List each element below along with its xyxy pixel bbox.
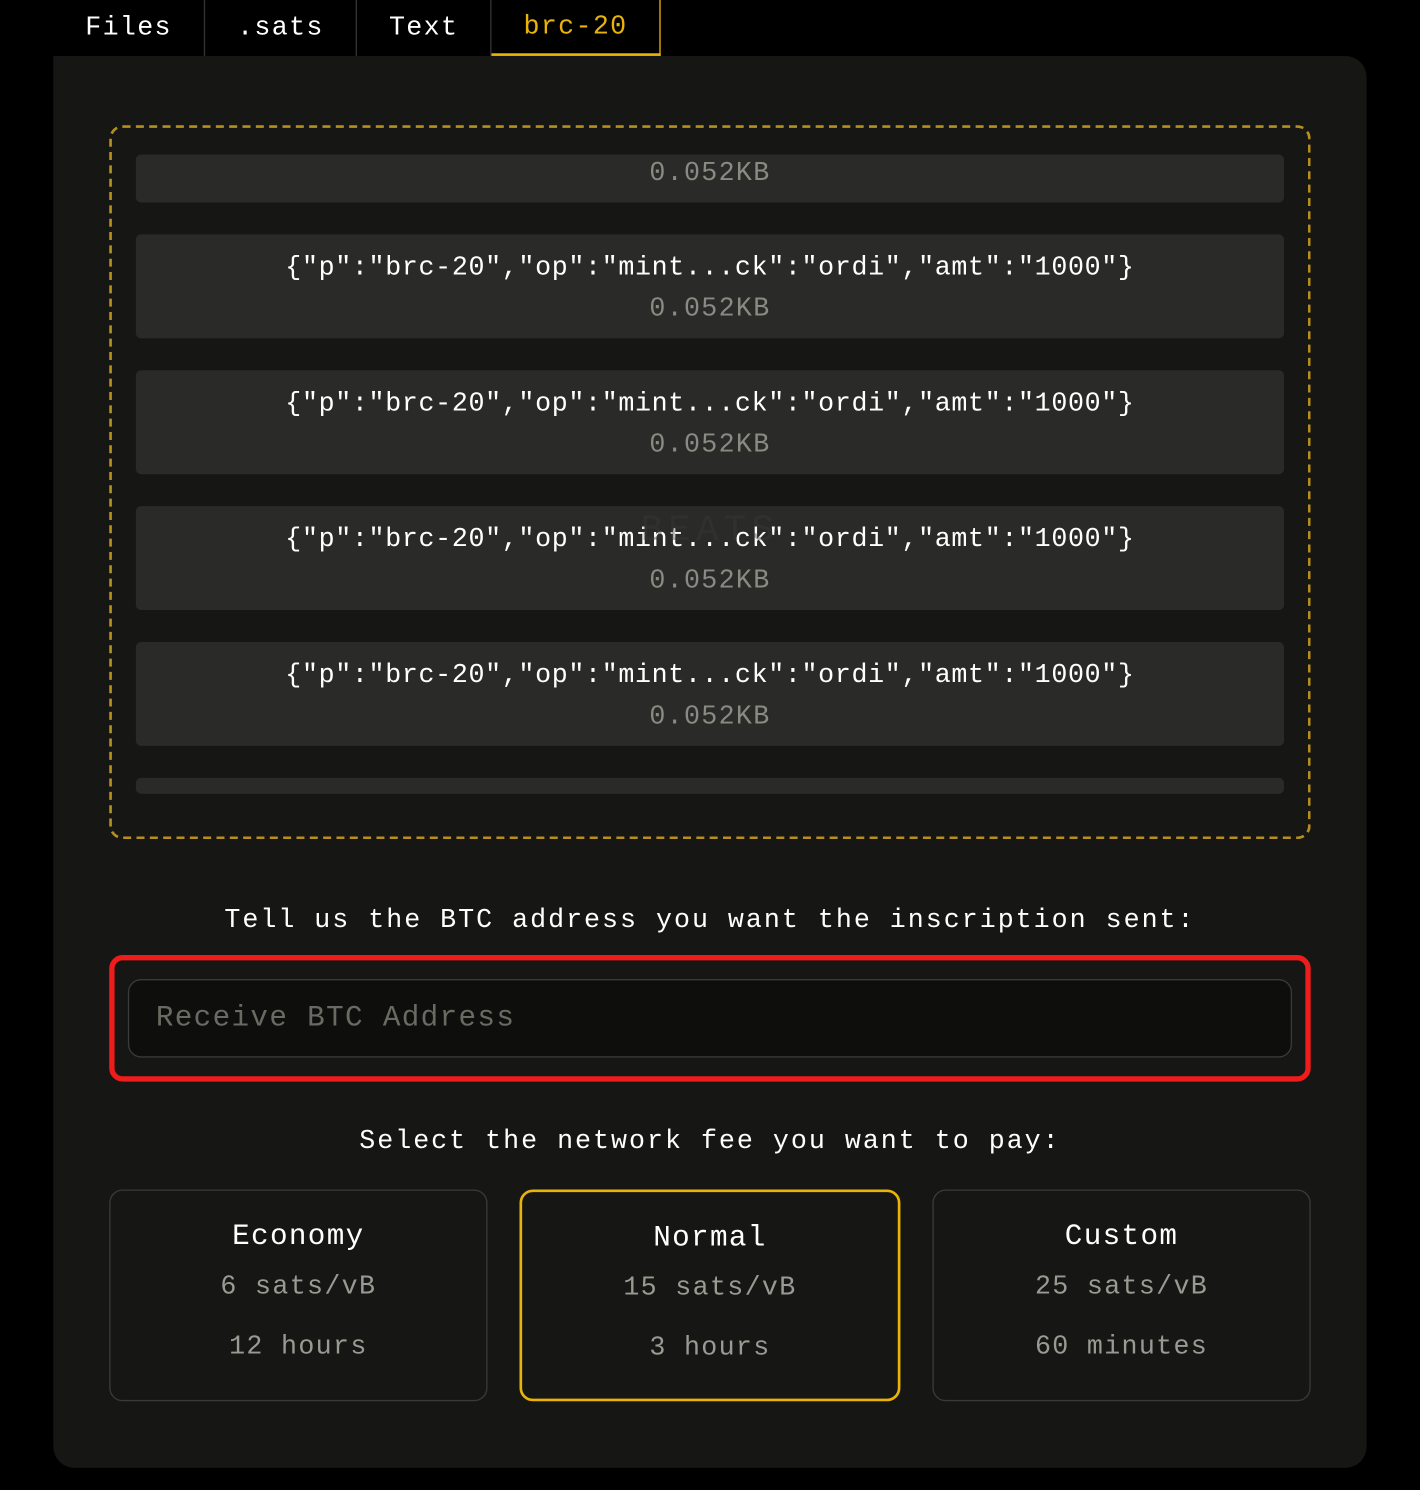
fee-option-normal[interactable]: Normal 15 sats/vB 3 hours	[519, 1189, 900, 1401]
list-item[interactable]: {"p":"brc-20","op":"mint...ck":"ordi","a…	[136, 642, 1284, 746]
inscription-list-box: 0.052KB {"p":"brc-20","op":"mint...ck":"…	[109, 125, 1310, 839]
tab-brc20[interactable]: brc-20	[492, 0, 661, 56]
tab-text[interactable]: Text	[357, 0, 492, 56]
item-json-text: {"p":"brc-20","op":"mint...ck":"ordi","a…	[149, 253, 1271, 284]
fee-prompt: Select the network fee you want to pay:	[109, 1127, 1310, 1158]
item-json-text: {"p":"brc-20","op":"mint...ck":"ordi","a…	[149, 661, 1271, 692]
list-item-partial-bottom	[136, 778, 1284, 794]
tab-label: Files	[85, 13, 172, 44]
list-item-partial-top: 0.052KB	[136, 155, 1284, 203]
item-json-text: {"p":"brc-20","op":"mint...ck":"ordi","a…	[149, 389, 1271, 420]
item-json-text: {"p":"brc-20","op":"mint...ck":"ordi","a…	[149, 525, 1271, 556]
list-item[interactable]: {"p":"brc-20","op":"mint...ck":"ordi","a…	[136, 234, 1284, 338]
fee-option-time: 12 hours	[124, 1332, 473, 1363]
list-item[interactable]: {"p":"brc-20","op":"mint...ck":"ordi","a…	[136, 370, 1284, 474]
item-size: 0.052KB	[149, 702, 1271, 733]
fee-option-name: Economy	[124, 1220, 473, 1253]
item-size: 0.052KB	[149, 294, 1271, 325]
fee-option-economy[interactable]: Economy 6 sats/vB 12 hours	[109, 1189, 487, 1401]
tab-files[interactable]: Files	[53, 0, 205, 56]
item-size: 0.052KB	[649, 159, 770, 190]
item-size: 0.052KB	[149, 566, 1271, 597]
fee-option-rate: 6 sats/vB	[124, 1272, 473, 1303]
fee-option-time: 3 hours	[535, 1333, 884, 1364]
tab-label: .sats	[237, 13, 324, 44]
tabs: Files .sats Text brc-20	[0, 0, 1420, 56]
tab-label: brc-20	[524, 11, 628, 42]
fee-option-rate: 15 sats/vB	[535, 1273, 884, 1304]
tab-sats[interactable]: .sats	[205, 0, 357, 56]
fee-option-name: Custom	[947, 1220, 1296, 1253]
item-size: 0.052KB	[149, 430, 1271, 461]
fee-option-rate: 25 sats/vB	[947, 1272, 1296, 1303]
fee-option-custom[interactable]: Custom 25 sats/vB 60 minutes	[932, 1189, 1310, 1401]
fee-option-time: 60 minutes	[947, 1332, 1296, 1363]
btc-address-input[interactable]	[128, 979, 1292, 1058]
address-highlight-box	[109, 955, 1310, 1082]
fee-options-row: Economy 6 sats/vB 12 hours Normal 15 sats/vB…	[109, 1189, 1310, 1401]
address-prompt: Tell us the BTC address you want the ins…	[109, 906, 1310, 937]
list-item[interactable]: {"p":"brc-20","op":"mint...ck":"ordi","a…	[136, 506, 1284, 610]
tab-label: Text	[389, 13, 458, 44]
main-panel: 0.052KB {"p":"brc-20","op":"mint...ck":"…	[53, 56, 1366, 1468]
fee-option-name: Normal	[535, 1221, 884, 1254]
